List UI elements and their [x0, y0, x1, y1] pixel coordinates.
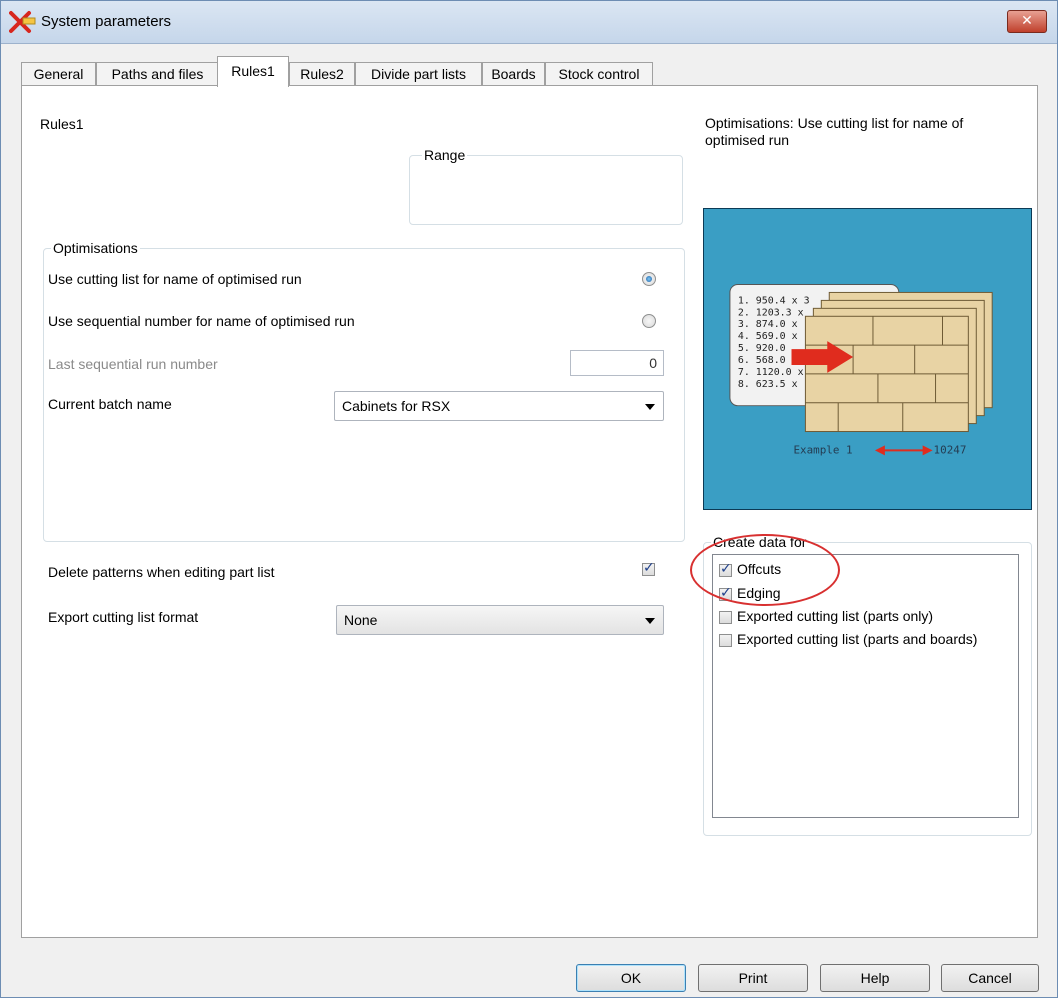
- exported-parts-and-boards-label: Exported cutting list (parts and boards): [737, 631, 978, 647]
- cancel-button[interactable]: Cancel: [941, 964, 1039, 992]
- preview-line-2: 2. 1203.3 x: [738, 307, 804, 318]
- preview-line-4: 4. 569.0 x: [738, 331, 798, 342]
- batch-name-combo[interactable]: Cabinets for RSX: [334, 391, 664, 421]
- create-data-list: Offcuts Edging Exported cutting list (pa…: [712, 554, 1019, 818]
- exported-parts-only-label: Exported cutting list (parts only): [737, 608, 934, 624]
- batch-name-label: Current batch name: [48, 396, 172, 412]
- last-sequential-input[interactable]: 0: [570, 350, 664, 376]
- tab-general[interactable]: General: [21, 62, 96, 85]
- title-bar: System parameters ✕: [1, 1, 1057, 44]
- close-button[interactable]: ✕: [1007, 10, 1047, 33]
- export-format-label: Export cutting list format: [48, 609, 199, 625]
- close-icon: ✕: [1021, 13, 1033, 29]
- use-cutting-list-label: Use cutting list for name of optimised r…: [48, 271, 302, 287]
- use-cutting-list-radio[interactable]: [642, 272, 656, 286]
- edging-checkbox[interactable]: [719, 585, 732, 601]
- preview-line-6: 6. 568.0 x: [738, 355, 798, 366]
- delete-patterns-checkbox[interactable]: [642, 560, 655, 576]
- rules1-panel: Rules1 Range Optimisations Use cutting l…: [21, 85, 1038, 938]
- optimisations-legend: Optimisations: [51, 240, 140, 256]
- use-sequential-label: Use sequential number for name of optimi…: [48, 313, 355, 329]
- chevron-down-icon: [645, 618, 655, 624]
- export-format-combo[interactable]: None: [336, 605, 664, 635]
- use-sequential-radio[interactable]: [642, 314, 656, 328]
- ok-button[interactable]: OK: [576, 964, 686, 992]
- range-legend: Range: [422, 147, 468, 163]
- tab-stock-control[interactable]: Stock control: [545, 62, 653, 85]
- create-data-legend: Create data for: [711, 534, 809, 550]
- preview-line-3: 3. 874.0 x: [738, 319, 798, 330]
- help-title: Optimisations: Use cutting list for name…: [705, 115, 964, 148]
- arrow-right-small-icon: [922, 445, 933, 456]
- preview-caption-right: 10247: [934, 443, 967, 456]
- tab-paths-and-files[interactable]: Paths and files: [96, 62, 219, 85]
- tab-rules2[interactable]: Rules2: [289, 62, 355, 85]
- print-button[interactable]: Print: [698, 964, 808, 992]
- preview-line-1: 1. 950.4 x 3: [738, 295, 810, 306]
- window-title: System parameters: [41, 13, 172, 30]
- exported-parts-and-boards-checkbox[interactable]: [719, 634, 732, 647]
- batch-name-value: Cabinets for RSX: [342, 398, 451, 414]
- tab-rules1[interactable]: Rules1: [217, 56, 289, 87]
- system-parameters-dialog: System parameters ✕ General Paths and fi…: [0, 0, 1058, 998]
- panel-heading: Rules1: [40, 116, 84, 132]
- preview-line-7: 7. 1120.0 x: [738, 367, 804, 378]
- edging-label: Edging: [737, 585, 781, 601]
- offcuts-label: Offcuts: [737, 561, 782, 577]
- optimisation-preview-image: 1. 950.4 x 3 2. 1203.3 x 3. 874.0 x 4. 5…: [703, 208, 1032, 510]
- help-button[interactable]: Help: [820, 964, 930, 992]
- app-logo-icon: [9, 11, 36, 33]
- preview-caption-left: Example 1: [793, 443, 852, 456]
- offcuts-checkbox[interactable]: [719, 561, 732, 577]
- range-group: [409, 155, 683, 225]
- arrow-left-icon: [874, 445, 885, 456]
- exported-parts-only-checkbox[interactable]: [719, 611, 732, 624]
- delete-patterns-label: Delete patterns when editing part list: [48, 564, 275, 580]
- tab-divide-part-lists[interactable]: Divide part lists: [355, 62, 482, 85]
- last-sequential-label: Last sequential run number: [48, 356, 218, 372]
- preview-line-8: 8. 623.5 x: [738, 379, 798, 390]
- export-format-value: None: [344, 612, 378, 628]
- preview-line-5: 5. 920.0: [738, 343, 786, 354]
- tab-boards[interactable]: Boards: [482, 62, 545, 85]
- chevron-down-icon: [645, 404, 655, 410]
